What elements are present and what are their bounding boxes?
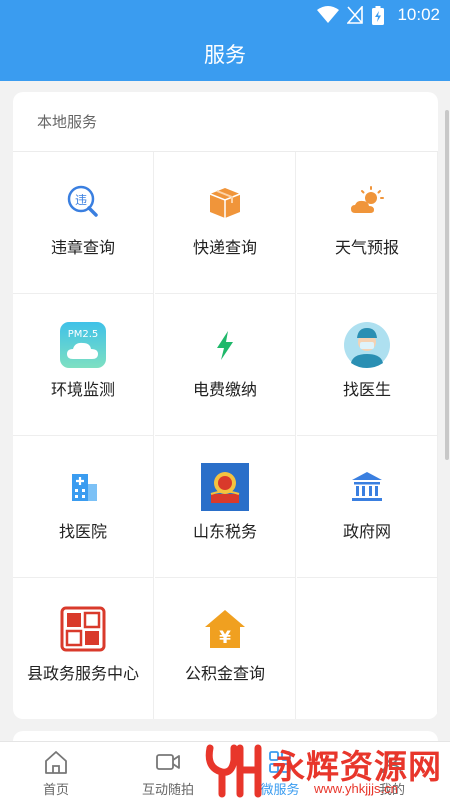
service-environment-monitoring[interactable]: PM2.5 环境监测 <box>13 294 154 436</box>
weather-icon <box>351 186 384 213</box>
tab-label: 首页 <box>42 782 69 797</box>
service-county-government-center[interactable]: 县政务服务中心 <box>13 578 154 719</box>
local-services-card: 本地服务 违 违章查询 快递查询 天气预报 PM2.5 环境监测 电费缴纳 找医… <box>13 92 438 719</box>
violation-search-icon: 违 <box>67 185 98 217</box>
scrollbar[interactable] <box>445 110 449 460</box>
service-government-website[interactable]: 政府网 <box>297 436 438 578</box>
clock: 10:02 <box>397 5 440 24</box>
services-grid: 违 违章查询 快递查询 天气预报 PM2.5 环境监测 电费缴纳 找医生 找医院… <box>13 152 438 719</box>
tab-home[interactable]: 首页 <box>0 742 112 800</box>
wifi-icon <box>317 6 339 23</box>
seal-stamp-icon <box>60 606 106 652</box>
home-icon <box>45 751 67 774</box>
watermark-url: www.yhkjjjs.cn <box>314 781 398 796</box>
svg-text:¥: ¥ <box>219 628 231 648</box>
video-camera-icon <box>156 754 180 770</box>
service-label: 找医生 <box>342 382 391 399</box>
page-title: 服务 <box>0 30 450 81</box>
service-label: 政府网 <box>342 524 391 541</box>
service-violation-search[interactable]: 违 违章查询 <box>13 152 154 294</box>
svg-text:PM2.5: PM2.5 <box>68 329 99 340</box>
service-housing-fund[interactable]: ¥ 公积金查询 <box>155 578 296 719</box>
service-shandong-tax[interactable]: 山东税务 <box>155 436 296 578</box>
pm25-cloud-icon: PM2.5 <box>60 322 106 368</box>
housing-fund-icon: ¥ <box>205 610 245 648</box>
hospital-icon <box>72 474 97 501</box>
svg-text:违: 违 <box>75 193 87 207</box>
watermark-logo-icon <box>205 744 262 798</box>
doctor-icon <box>344 322 390 368</box>
service-label: 公积金查询 <box>184 666 265 683</box>
service-electricity-payment[interactable]: 电费缴纳 <box>155 294 296 436</box>
service-label: 天气预报 <box>334 240 399 257</box>
service-find-doctor[interactable]: 找医生 <box>297 294 438 436</box>
service-label: 快递查询 <box>192 240 257 257</box>
service-label: 找医院 <box>58 524 107 541</box>
service-label: 县政务服务中心 <box>26 666 139 683</box>
service-weather[interactable]: 天气预报 <box>297 152 438 294</box>
lightning-icon <box>217 331 233 360</box>
service-package-tracking[interactable]: 快递查询 <box>155 152 296 294</box>
service-label: 环境监测 <box>50 382 115 399</box>
service-label: 违章查询 <box>50 240 115 257</box>
service-label: 山东税务 <box>192 524 257 541</box>
service-label: 电费缴纳 <box>192 382 257 399</box>
section-title: 本地服务 <box>13 92 438 152</box>
watermark: 永辉资源网 www.yhkjjjs.cn <box>196 740 450 800</box>
empty-cell <box>297 578 438 719</box>
no-signal-icon <box>347 6 363 24</box>
package-icon <box>209 188 241 218</box>
battery-charging-icon <box>372 6 384 25</box>
government-building-icon <box>352 472 382 501</box>
status-bar: 10:02 <box>0 0 450 30</box>
tax-emblem-icon <box>201 463 249 511</box>
service-find-hospital[interactable]: 找医院 <box>13 436 154 578</box>
